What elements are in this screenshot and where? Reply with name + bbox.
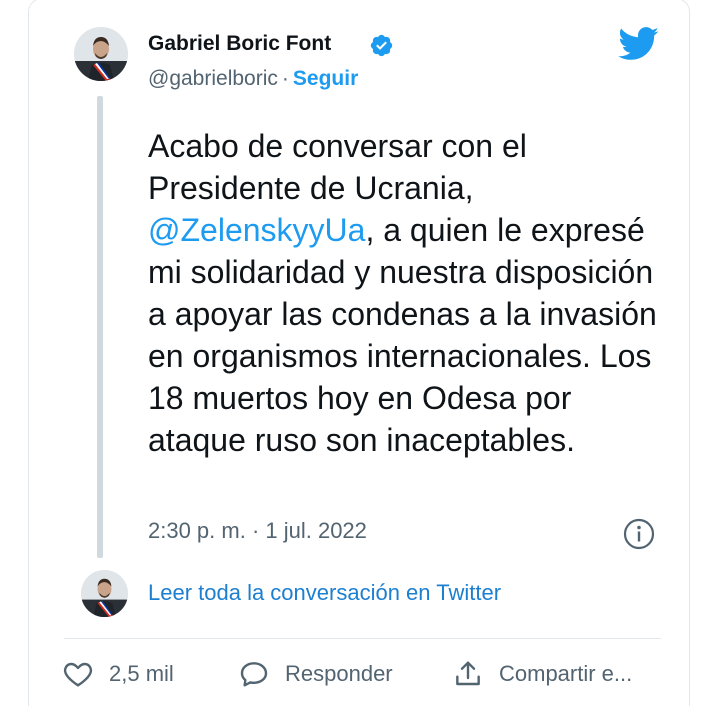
author-handle[interactable]: @gabrielboric <box>148 67 278 90</box>
tweet-text-part-1: Acabo de conversar con el Presidente de … <box>148 128 527 206</box>
handle-row: @gabrielboric · Seguir <box>148 67 358 91</box>
separator-dot: · <box>281 67 289 90</box>
heart-icon <box>63 662 93 687</box>
share-label: Compartir e... <box>499 661 633 686</box>
reply-bubble-icon <box>240 662 268 687</box>
conversation-avatar[interactable] <box>81 570 128 617</box>
verified-badge-icon <box>370 34 393 57</box>
action-bar: 2,5 mil Responder Compartir e... <box>60 654 670 694</box>
tweet-text-part-2: , a quien le expresé mi solidaridad y nu… <box>148 212 657 458</box>
author-avatar[interactable] <box>74 27 128 81</box>
follow-link[interactable]: Seguir <box>293 67 358 90</box>
read-conversation-link[interactable]: Leer toda la conversación en Twitter <box>148 580 501 606</box>
thread-line <box>97 96 103 558</box>
divider <box>64 638 661 639</box>
mention-link[interactable]: @ZelenskyyUa <box>148 212 365 248</box>
share-button[interactable]: Compartir e... <box>452 654 632 694</box>
info-icon[interactable] <box>623 518 655 550</box>
reply-label: Responder <box>285 661 393 686</box>
author-name[interactable]: Gabriel Boric Font <box>148 32 331 56</box>
tweet-text: Acabo de conversar con el Presidente de … <box>148 125 668 461</box>
tweet-timestamp[interactable]: 2:30 p. m. · 1 jul. 2022 <box>148 518 367 544</box>
like-count: 2,5 mil <box>109 661 174 686</box>
share-icon <box>456 661 480 686</box>
twitter-bird-icon[interactable] <box>618 27 660 61</box>
like-button[interactable]: 2,5 mil <box>62 654 174 694</box>
reply-button[interactable]: Responder <box>238 654 393 694</box>
